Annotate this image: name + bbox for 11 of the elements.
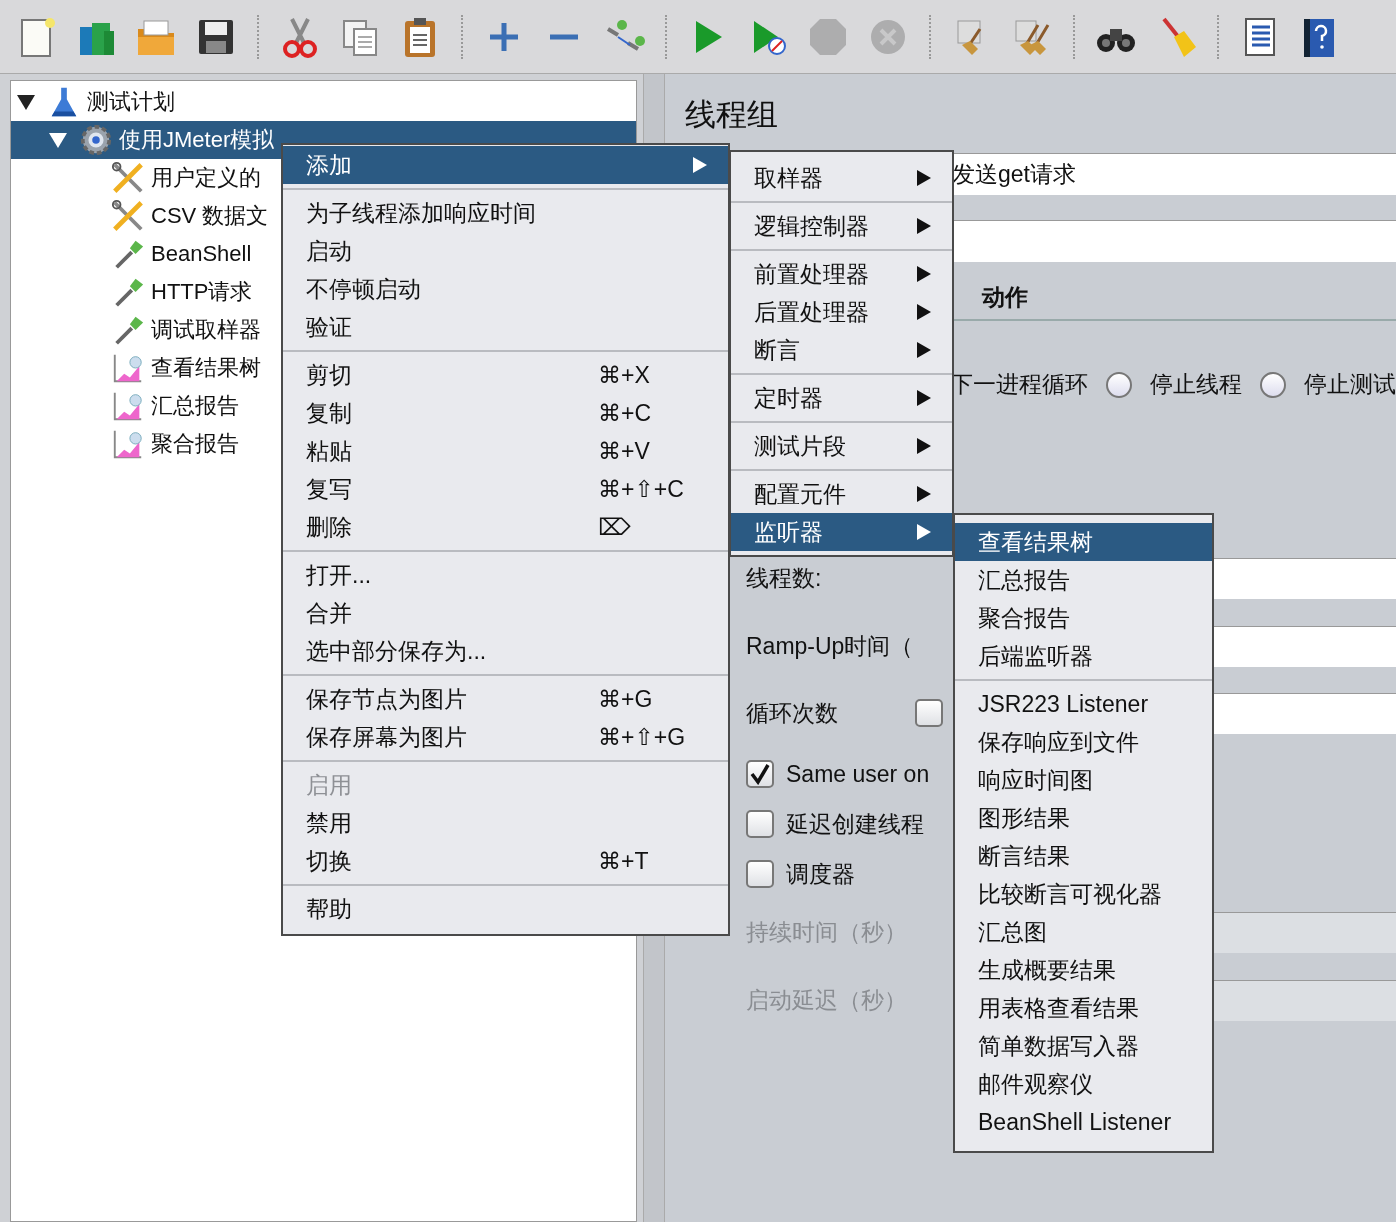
field-label: 启动延迟（秒） <box>746 985 907 1015</box>
field-label: 循环次数 <box>746 698 838 728</box>
checkbox-label: 调度器 <box>786 859 855 889</box>
checkbox-label: 延迟创建线程 <box>786 809 924 839</box>
checkbox-label: Same user on <box>786 760 930 788</box>
radio-label: 停止线程 <box>1150 370 1242 399</box>
radio-label: 停止测试 <box>1304 370 1396 399</box>
field-label: 持续时间（秒） <box>746 917 907 947</box>
field-label: 线程数: <box>746 563 822 593</box>
panel-title: 线程组 <box>685 96 779 134</box>
field-label: Ramp-Up时间（ <box>746 631 914 661</box>
